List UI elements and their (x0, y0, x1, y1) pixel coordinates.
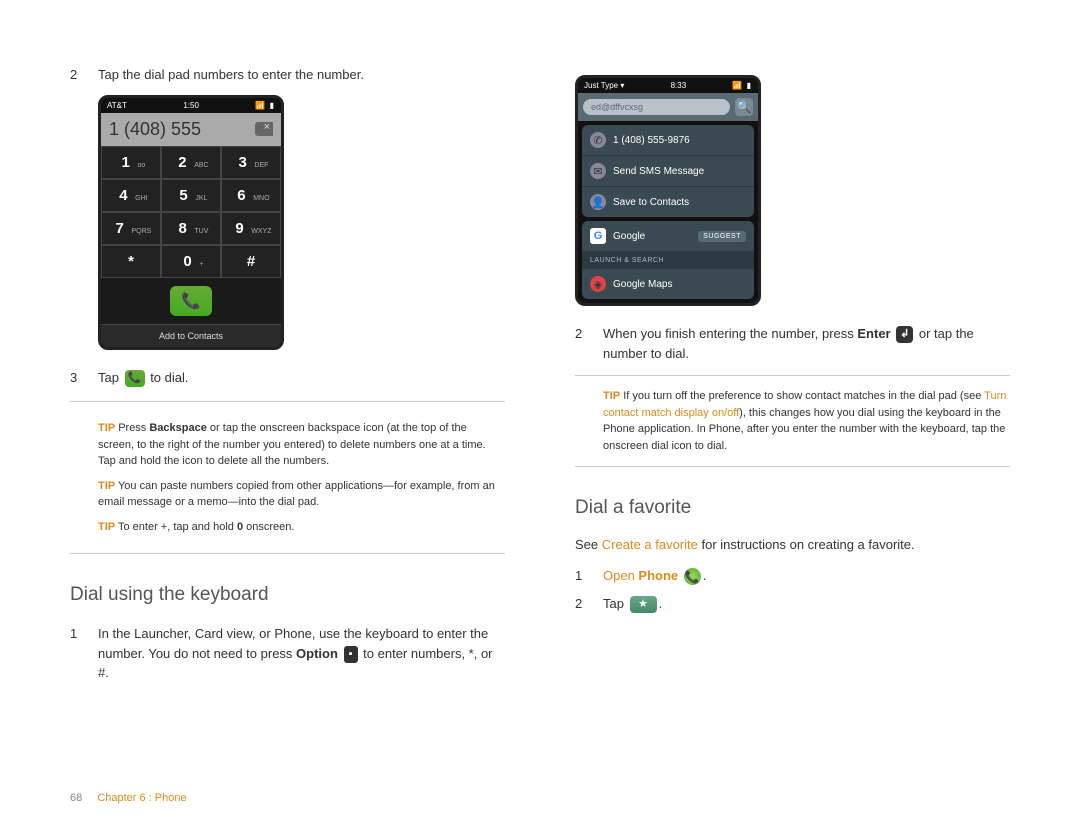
result-save-contact: 👤 Save to Contacts (582, 187, 754, 217)
step-number: 1 (575, 566, 603, 586)
heading-dial-keyboard: Dial using the keyboard (70, 584, 505, 606)
result-google-maps: ◈ Google Maps (582, 269, 754, 299)
divider (575, 466, 1010, 467)
suggest-badge: SUGGEST (698, 231, 746, 242)
status-time: 1:50 (183, 101, 199, 110)
see-create-favorite: See Create a favorite for instructions o… (575, 537, 1010, 552)
call-button-icon: 📞 (170, 286, 212, 316)
favorite-step-1: 1 Open Phone 📞. (575, 566, 1010, 586)
step-text: Tap ★. (603, 594, 1010, 614)
step-number: 1 (70, 624, 98, 683)
result-send-sms: ✉ Send SMS Message (582, 156, 754, 187)
step-text: Open Phone 📞. (603, 566, 1010, 586)
keypad-key: 3 DEF (221, 146, 281, 179)
tip-contact-match: TIP If you turn off the preference to sh… (603, 388, 1010, 454)
step-text: In the Launcher, Card view, or Phone, us… (98, 624, 505, 683)
status-time: 8:33 (671, 81, 687, 90)
add-to-contacts: Add to Contacts (101, 324, 281, 347)
contact-icon: 👤 (590, 194, 606, 210)
step-3: 3 Tap 📞 to dial. (70, 368, 505, 388)
keypad-key: 5 JKL (161, 179, 221, 212)
keyboard-step-1: 1 In the Launcher, Card view, or Phone, … (70, 624, 505, 683)
dialpad-screenshot: AT&T 1:50 📶 ▮ 1 (408) 555 1 ᴏᴏ2 ABC3 DEF… (98, 95, 505, 350)
left-column: 2 Tap the dial pad numbers to enter the … (70, 65, 505, 691)
dial-number: 1 (408) 555 (109, 119, 201, 140)
keypad-key: 1 ᴏᴏ (101, 146, 161, 179)
favorite-step-2: 2 Tap ★. (575, 594, 1010, 614)
keypad-key: 9 WXYZ (221, 212, 281, 245)
result-google: G Google SUGGEST (582, 221, 754, 252)
step-number: 2 (575, 324, 603, 363)
step-text: Tap 📞 to dial. (98, 368, 505, 388)
page-footer: 68 Chapter 6 : Phone (70, 792, 187, 804)
sms-icon: ✉ (590, 163, 606, 179)
step-number: 2 (70, 65, 98, 85)
link-create-favorite[interactable]: Create a favorite (602, 537, 698, 552)
link-open-phone[interactable]: Open Phone (603, 568, 678, 583)
tip-backspace: TIP Press Backspace or tap the onscreen … (98, 420, 505, 470)
justtype-screenshot: Just Type ▾ 8:33 📶 ▮ ed@dffvcxsg 🔍 ✆ 1 (… (575, 75, 1010, 306)
right-step-2: 2 When you finish entering the number, p… (575, 324, 1010, 363)
favorite-star-icon: ★ (630, 596, 657, 613)
keypad-key: 0 + (161, 245, 221, 278)
status-icons: 📶 ▮ (732, 81, 752, 90)
search-field: ed@dffvcxsg (583, 99, 730, 115)
tip-paste: TIP You can paste numbers copied from ot… (98, 478, 505, 511)
option-key-icon: ▪ (344, 646, 358, 663)
step-text: Tap the dial pad numbers to enter the nu… (98, 65, 505, 85)
tip-box: TIP Press Backspace or tap the onscreen … (70, 401, 505, 554)
maps-icon: ◈ (590, 276, 606, 292)
keypad: 1 ᴏᴏ2 ABC3 DEF 4 GHI5 JKL6 MNO 7 PQRS8 TUV… (101, 146, 281, 278)
result-dial-number: ✆ 1 (408) 555-9876 (582, 125, 754, 156)
chapter-label: Chapter 6 : Phone (97, 792, 186, 804)
keypad-key: 7 PQRS (101, 212, 161, 245)
google-icon: G (590, 228, 606, 244)
right-column: Just Type ▾ 8:33 📶 ▮ ed@dffvcxsg 🔍 ✆ 1 (… (575, 65, 1010, 691)
status-icons: 📶 ▮ (255, 101, 275, 110)
keypad-key: 4 GHI (101, 179, 161, 212)
keypad-key: 8 TUV (161, 212, 221, 245)
status-left: Just Type ▾ (584, 81, 624, 90)
heading-dial-favorite: Dial a favorite (575, 497, 1010, 519)
dial-icon: 📞 (125, 370, 145, 387)
keypad-key: * (101, 245, 161, 278)
keypad-key: 6 MNO (221, 179, 281, 212)
step-number: 3 (70, 368, 98, 388)
divider (575, 375, 1010, 376)
enter-key-icon: ↲ (896, 326, 913, 343)
phone-icon: ✆ (590, 132, 606, 148)
page-number: 68 (70, 792, 82, 804)
step-text: When you finish entering the number, pre… (603, 324, 1010, 363)
phone-app-icon: 📞 (684, 568, 701, 585)
status-carrier: AT&T (107, 101, 127, 110)
step-number: 2 (575, 594, 603, 614)
backspace-icon (255, 122, 273, 136)
keypad-key: # (221, 245, 281, 278)
search-icon: 🔍 (735, 98, 753, 116)
tip-plus: TIP To enter +, tap and hold 0 onscreen. (98, 519, 505, 536)
keypad-key: 2 ABC (161, 146, 221, 179)
step-2: 2 Tap the dial pad numbers to enter the … (70, 65, 505, 85)
launch-search-header: LAUNCH & SEARCH (582, 252, 754, 269)
